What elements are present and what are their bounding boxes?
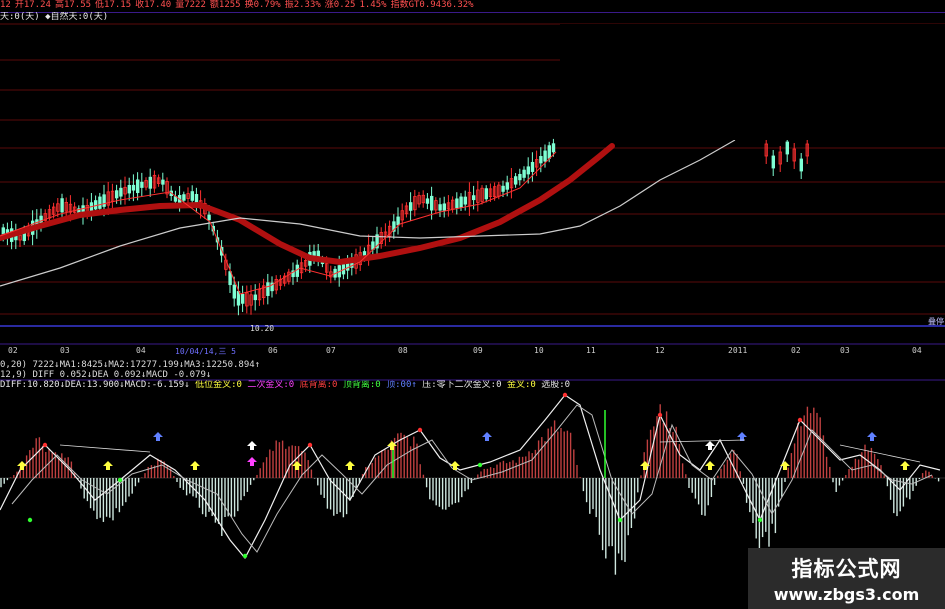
- cross-dot: [242, 553, 248, 559]
- cross-dot: [657, 412, 663, 418]
- cross-dot: [617, 517, 623, 523]
- site-watermark: 指标公式网 www.zbgs3.com: [748, 548, 945, 609]
- trend-connector: [59, 444, 151, 453]
- signal-arrow-icon: [190, 461, 200, 470]
- signal-arrow-icon: [103, 461, 113, 470]
- signal-arrow-icon: [482, 432, 492, 441]
- cross-dot: [417, 427, 423, 433]
- cross-dot: [477, 462, 483, 468]
- signal-arrow-icon: [247, 441, 257, 450]
- signal-arrow-icon: [345, 461, 355, 470]
- macd-chart[interactable]: [0, 0, 945, 609]
- cross-dot: [562, 392, 568, 398]
- signal-arrow-icon: [292, 461, 302, 470]
- watermark-url: www.zbgs3.com: [773, 585, 920, 604]
- signal-arrow-icon: [705, 461, 715, 470]
- watermark-title: 指标公式网: [791, 557, 902, 581]
- trend-connector: [839, 444, 921, 463]
- cross-dot: [307, 442, 313, 448]
- signal-arrow-icon: [17, 461, 27, 470]
- cross-dot: [797, 417, 803, 423]
- cross-dot: [42, 442, 48, 448]
- cross-dot: [117, 477, 123, 483]
- signal-arrow-icon: [737, 432, 747, 441]
- signal-arrow-icon: [153, 432, 163, 441]
- cross-dot: [757, 517, 763, 523]
- cross-dot: [27, 517, 33, 523]
- signal-arrow-icon: [867, 432, 877, 441]
- signal-arrow-icon: [900, 461, 910, 470]
- signal-arrow-icon: [247, 457, 257, 466]
- signal-arrow-icon: [705, 441, 715, 450]
